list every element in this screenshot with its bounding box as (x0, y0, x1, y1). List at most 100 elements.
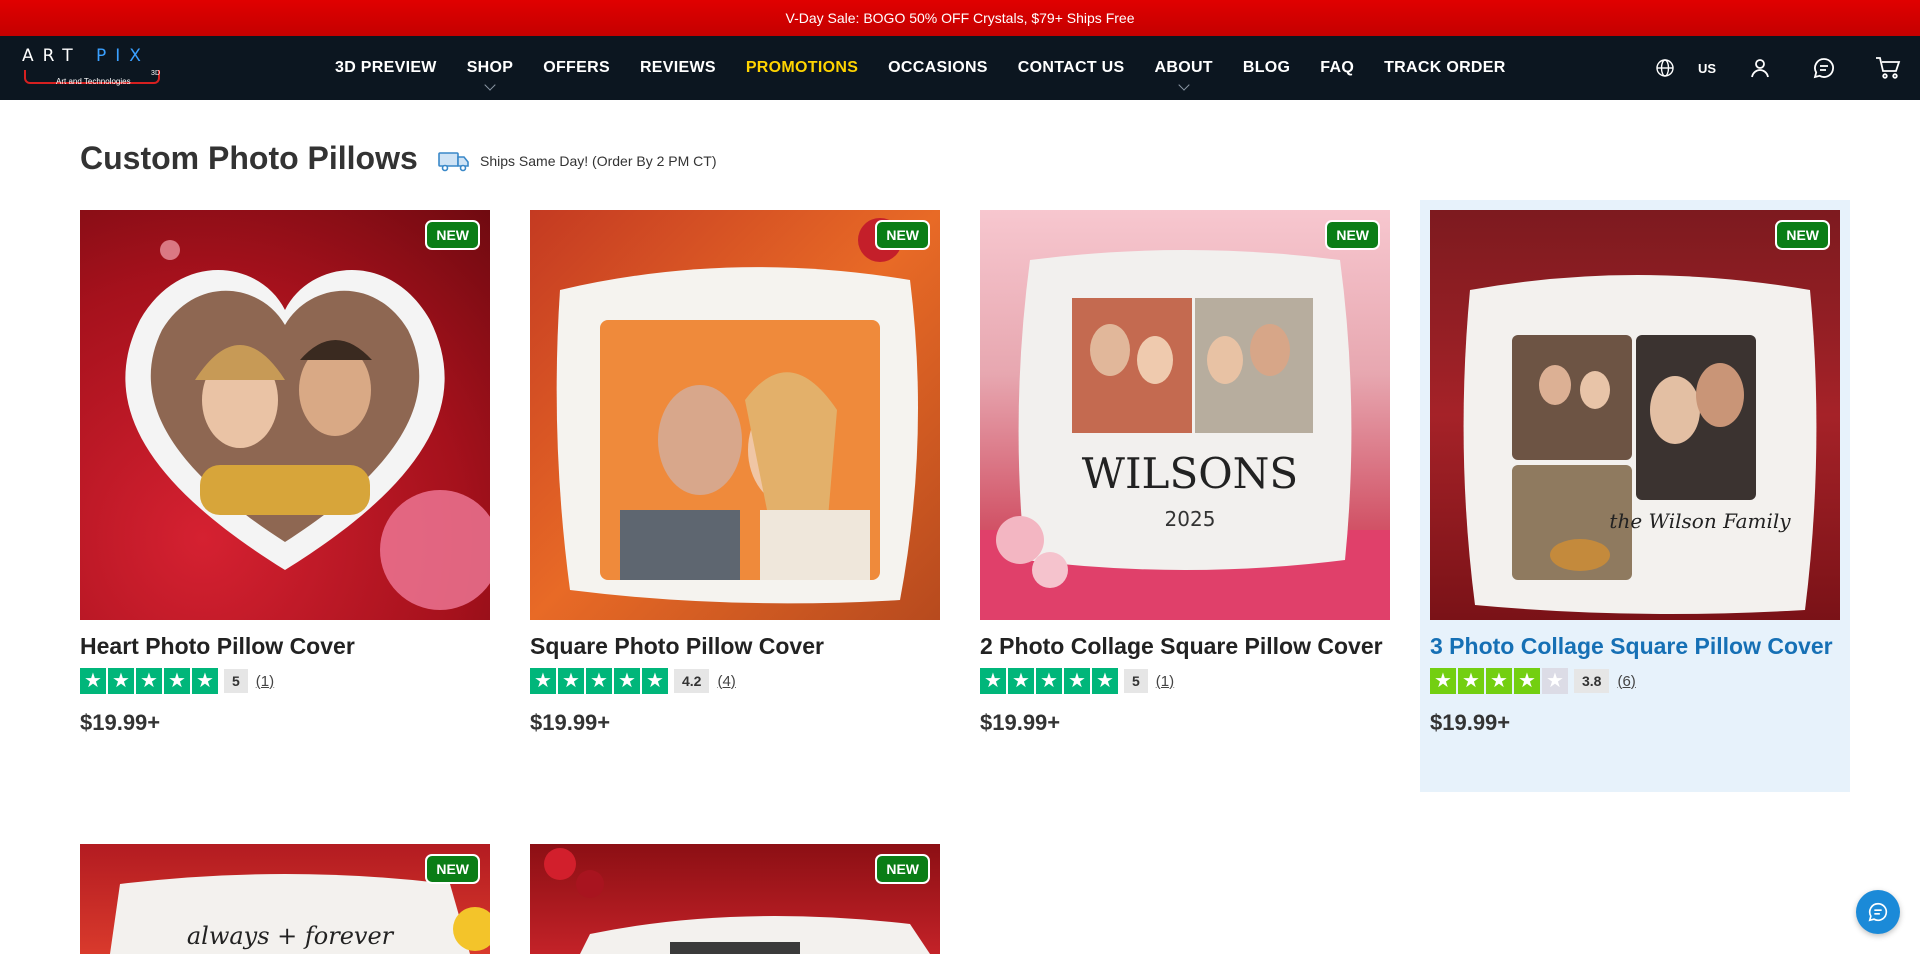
star-icon: ★ (108, 668, 134, 694)
ships-text: Ships Same Day! (Order By 2 PM CT) (480, 153, 717, 169)
product-price: $19.99+ (80, 710, 161, 735)
pillow-print-year: 2025 (1165, 507, 1216, 531)
new-badge: NEW (875, 854, 930, 884)
review-count-link[interactable]: (1) (1156, 673, 1174, 690)
product-card[interactable]: WILSONS 2025 NEW 2 Photo Collage Square … (980, 210, 1390, 736)
new-badge: NEW (425, 220, 480, 250)
product-rating[interactable]: ★ ★ ★ ★ ★ 5 (1) (80, 668, 490, 694)
star-rating: ★ ★ ★ ★ ★ (530, 668, 668, 694)
star-icon: ★ (586, 668, 612, 694)
chevron-down-icon (484, 79, 496, 91)
main-nav: ART PIX 3D Art and Technologies 3D PREVI… (0, 36, 1920, 100)
promo-text: V-Day Sale: BOGO 50% OFF Crystals, $79+ … (785, 10, 1135, 26)
chat-icon[interactable] (1792, 56, 1856, 80)
chat-bubble-icon (1868, 902, 1888, 922)
product-price: $19.99+ (980, 710, 1061, 735)
product-image[interactable]: WILSONS 2025 NEW (980, 210, 1390, 620)
logo-wordmark: ART PIX (22, 46, 150, 66)
nav-contact-us[interactable]: CONTACT US (1003, 59, 1140, 77)
star-icon: ★ (1486, 668, 1512, 694)
artpix-logo[interactable]: ART PIX 3D Art and Technologies (22, 46, 162, 92)
user-icon[interactable] (1728, 57, 1792, 79)
new-badge: NEW (425, 854, 480, 884)
rating-score: 4.2 (674, 669, 710, 693)
product-title[interactable]: Square Photo Pillow Cover (530, 632, 940, 660)
rating-score: 5 (1124, 669, 1148, 693)
nav-about[interactable]: ABOUT (1139, 59, 1227, 91)
nav-reviews[interactable]: REVIEWS (625, 59, 731, 77)
product-rating[interactable]: ★ ★ ★ ★ ★ 3.8 (6) (1430, 668, 1840, 694)
star-icon: ★ (1458, 668, 1484, 694)
ships-same-day-notice: Ships Same Day! (Order By 2 PM CT) (438, 150, 717, 172)
product-card[interactable]: always + forever NEW (80, 844, 490, 954)
star-icon: ★ (642, 668, 668, 694)
product-rating[interactable]: ★ ★ ★ ★ ★ 5 (1) (980, 668, 1390, 694)
product-title[interactable]: 3 Photo Collage Square Pillow Cover (1430, 632, 1840, 660)
product-card[interactable]: NEW Heart Photo Pillow Cover ★ ★ ★ ★ ★ 5 (1)… (80, 210, 490, 736)
star-icon: ★ (614, 668, 640, 694)
logo-tagline: Art and Technologies (56, 77, 131, 86)
nav-blog[interactable]: BLOG (1228, 59, 1305, 77)
star-icon: ★ (558, 668, 584, 694)
star-rating: ★ ★ ★ ★ ★ (980, 668, 1118, 694)
new-badge: NEW (1325, 220, 1380, 250)
star-rating: ★ ★ ★ ★ ★ (80, 668, 218, 694)
globe-icon[interactable] (1644, 58, 1686, 78)
star-icon: ★ (1514, 668, 1540, 694)
nav-track-order[interactable]: TRACK ORDER (1369, 59, 1521, 77)
square-pillow-illustration (556, 218, 918, 604)
three-photo-collage-pillow-illustration: the Wilson Family (1463, 275, 1817, 614)
nav-faq[interactable]: FAQ (1305, 59, 1369, 77)
star-icon: ★ (530, 668, 556, 694)
pillow-print-text: the Wilson Family (1609, 509, 1791, 533)
star-icon: ★ (1092, 668, 1118, 694)
chat-widget-button[interactable] (1856, 890, 1900, 934)
cart-icon[interactable] (1856, 56, 1920, 80)
star-icon: ★ (80, 668, 106, 694)
product-image[interactable]: always + forever NEW (80, 844, 490, 954)
nav-offers[interactable]: OFFERS (528, 59, 625, 77)
review-count-link[interactable]: (1) (256, 673, 274, 690)
collage-pillow-illustration: WILSONS 2025 (980, 250, 1390, 620)
product-price: $19.99+ (530, 710, 611, 735)
star-icon: ★ (1430, 668, 1456, 694)
chevron-down-icon (1178, 79, 1190, 91)
product-price: $19.99+ (1430, 710, 1511, 735)
star-icon: ★ (136, 668, 162, 694)
product-card[interactable]: NEW Square Photo Pillow Cover ★ ★ ★ ★ ★ 4.2 … (530, 210, 940, 736)
nav-3d-preview[interactable]: 3D PREVIEW (320, 59, 452, 77)
new-badge: NEW (875, 220, 930, 250)
review-count-link[interactable]: (4) (717, 673, 735, 690)
rating-score: 5 (224, 669, 248, 693)
rating-score: 3.8 (1574, 669, 1610, 693)
star-icon: ★ (980, 668, 1006, 694)
nav-occasions[interactable]: OCCASIONS (873, 59, 1003, 77)
promo-banner[interactable]: V-Day Sale: BOGO 50% OFF Crystals, $79+ … (0, 0, 1920, 36)
star-icon: ★ (1542, 668, 1568, 694)
star-icon: ★ (192, 668, 218, 694)
main-menu: 3D PREVIEW SHOP OFFERS REVIEWS PROMOTION… (320, 36, 1521, 100)
pillow-print-name: WILSONS (1082, 449, 1298, 498)
nav-shop[interactable]: SHOP (452, 59, 529, 91)
review-count-link[interactable]: (6) (1617, 673, 1635, 690)
product-image[interactable]: NEW (80, 210, 490, 620)
product-title[interactable]: Heart Photo Pillow Cover (80, 632, 490, 660)
logo-3d-mark: 3D (151, 70, 160, 77)
product-rating[interactable]: ★ ★ ★ ★ ★ 4.2 (4) (530, 668, 940, 694)
star-icon: ★ (1008, 668, 1034, 694)
product-image[interactable]: NEW (530, 210, 940, 620)
product-image[interactable]: NEW (530, 844, 940, 954)
truck-icon (438, 152, 469, 172)
page-title: Custom Photo Pillows (80, 140, 418, 176)
product-card[interactable]: NEW (530, 844, 940, 954)
region-selector[interactable]: US (1686, 61, 1728, 76)
star-rating: ★ ★ ★ ★ ★ (1430, 668, 1568, 694)
nav-promotions[interactable]: PROMOTIONS (731, 59, 873, 77)
product-card[interactable]: the Wilson Family NEW 3 Photo Collage Sq… (1420, 200, 1850, 792)
star-icon: ★ (1036, 668, 1062, 694)
new-badge: NEW (1775, 220, 1830, 250)
product-image[interactable]: the Wilson Family NEW (1430, 210, 1840, 620)
star-icon: ★ (164, 668, 190, 694)
star-icon: ★ (1064, 668, 1090, 694)
product-title[interactable]: 2 Photo Collage Square Pillow Cover (980, 632, 1390, 660)
